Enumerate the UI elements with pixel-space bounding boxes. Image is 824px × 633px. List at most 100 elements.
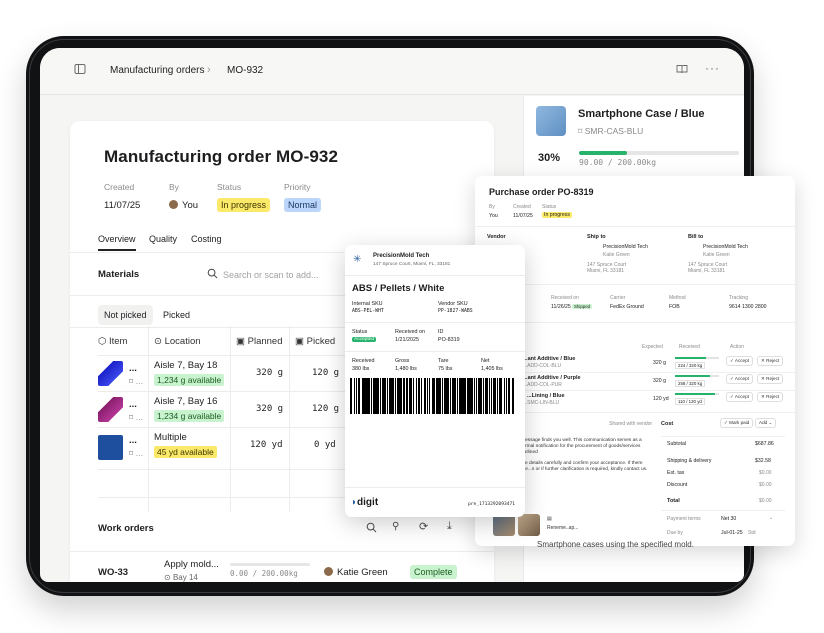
label-divider [345, 322, 525, 323]
received-weight-label: Received [352, 358, 375, 364]
reject-button[interactable]: ✕ Reject [757, 392, 784, 402]
by-label: By [169, 182, 179, 192]
breadcrumb-current: MO-932 [227, 65, 264, 76]
barcode-bar [413, 378, 415, 414]
row-location: Aisle 7, Bay 18 [154, 360, 218, 371]
work-order-id[interactable]: WO-33 [98, 567, 128, 578]
payment-terms-label: Payment terms [667, 516, 701, 522]
barcode-bar [449, 378, 452, 414]
barcode-bar [428, 378, 431, 414]
barcode-bar [439, 378, 441, 414]
accept-label: Accept [734, 358, 749, 363]
availability-text: 1,234 g available [154, 410, 225, 422]
add-button[interactable]: Add ⌄ [755, 418, 777, 428]
barcode-bar [462, 378, 464, 414]
po-line-expected: 320 g [653, 378, 666, 384]
label-id-label: ID [438, 329, 444, 335]
ship-to-label: Ship to [587, 234, 606, 240]
bookmark-icon[interactable]: ⌑ … [129, 449, 143, 458]
material-search-input[interactable]: Search or scan to add... [223, 270, 319, 280]
picked-qty[interactable]: 120 g [312, 404, 339, 414]
summary-divider [661, 436, 785, 437]
row-location: Aisle 7, Bay 16 [154, 396, 218, 407]
po-line-expected: 120 yd [653, 396, 669, 402]
attachment-thumbnail[interactable] [493, 514, 515, 536]
column-divider [230, 326, 231, 512]
sidebar-toggle-icon[interactable] [74, 63, 86, 78]
accept-button[interactable]: ✓ Accept [726, 356, 753, 366]
work-orders-divider [70, 551, 494, 552]
subtab-picked[interactable]: Picked [157, 305, 196, 325]
priority-label: Priority [284, 182, 311, 192]
priority-badge[interactable]: Normal [284, 198, 322, 212]
product-title: Smartphone Case / Blue [578, 108, 705, 120]
barcode-bar [389, 378, 391, 414]
breadcrumb-parent[interactable]: Manufacturing orders [110, 65, 205, 76]
bill-to-name: PrecisionMold Tech [703, 244, 748, 250]
reject-button[interactable]: ✕ Reject [757, 374, 784, 384]
po-line-received[interactable]: 258 / 320 kg [675, 380, 706, 387]
po-line-expected: 320 g [653, 360, 666, 366]
barcode-bar [370, 378, 373, 414]
bill-to-address-2: Miami, FL 33181 [688, 268, 726, 274]
item-name: ... [129, 435, 137, 446]
availability-badge: 1,234 g available [154, 410, 225, 422]
payment-terms-select[interactable]: Net 30 [721, 516, 736, 522]
company-logo-icon: ✳ [353, 254, 362, 265]
po-line-received[interactable]: 224 / 320 kg [675, 362, 706, 369]
label-product: ABS / Pellets / White [352, 283, 445, 294]
tab-quality[interactable]: Quality [149, 234, 177, 244]
chevron-down-icon[interactable]: ⌄ [769, 515, 773, 521]
column-item-label: Item [108, 336, 128, 347]
attachment-name[interactable]: Reneme..ap... [547, 525, 578, 531]
accept-button[interactable]: ✓ Accept [726, 392, 753, 402]
po-message-1: ...essage finds you well. This communica… [521, 438, 642, 455]
gross-weight-label: Gross [395, 358, 410, 364]
search-icon[interactable] [366, 522, 377, 536]
tracking-value[interactable]: 9614 1300 2800 [729, 304, 767, 310]
summary-value: $0.00 [759, 470, 772, 476]
pin-icon: ⊙ [164, 573, 173, 582]
po-divider [475, 226, 795, 227]
bookmark-icon[interactable]: ⌑ … [129, 413, 143, 422]
picked-qty[interactable]: 120 g [312, 368, 339, 378]
materials-title: Materials [98, 269, 140, 280]
po-status-badge[interactable]: In progress [542, 212, 572, 218]
refresh-icon[interactable]: ⟳ [419, 520, 428, 533]
barcode-bar [488, 378, 490, 414]
attachment-thumbnail[interactable] [518, 514, 540, 536]
stage: Manufacturing orders › MO-932 ··· Manufa… [0, 0, 824, 633]
received-on-value: 11/26/25 [551, 304, 571, 310]
status-pill: Complete [410, 565, 457, 579]
shared-with-vendor: Shared with vendor [609, 421, 653, 427]
status-badge[interactable]: In progress [217, 198, 271, 212]
download-icon[interactable]: ⤓ [447, 520, 452, 533]
bookmark-icon[interactable]: ⌑ … [129, 377, 143, 386]
row-location: Multiple [154, 432, 187, 443]
product-sku-text: SMR-CAS-BLU [584, 126, 644, 136]
column-divider [289, 326, 290, 512]
po-line-received[interactable]: 110 / 120 yd [675, 398, 705, 405]
more-options-icon[interactable]: ··· [705, 61, 720, 75]
breadcrumb-separator: › [207, 64, 211, 76]
due-value[interactable]: Jul-01-25 [721, 530, 743, 536]
received-on-label: Received on [551, 295, 579, 301]
received-badge: Shipped [572, 304, 593, 309]
reject-label: Reject [766, 394, 780, 399]
reject-button[interactable]: ✕ Reject [757, 356, 784, 366]
picked-qty[interactable]: 0 yd [314, 440, 336, 450]
po-line-progress-fill [675, 375, 711, 377]
filter-icon[interactable]: ⚲ [392, 521, 399, 532]
tab-overview[interactable]: Overview [98, 234, 136, 251]
po-message-2: ...e details carefully and confirm your … [521, 461, 648, 472]
po-by-value: You [489, 213, 498, 219]
work-order-location-text: Bay 14 [172, 573, 198, 582]
barcode-bar [402, 378, 406, 414]
book-icon[interactable] [676, 63, 688, 78]
column-planned: ▣ Planned [236, 336, 283, 347]
mark-paid-button[interactable]: ✓ Mark paid [720, 418, 754, 428]
column-picked-label: Picked [306, 336, 336, 347]
accept-button[interactable]: ✓ Accept [726, 374, 753, 384]
subtab-not-picked[interactable]: Not picked [98, 305, 153, 325]
tab-costing[interactable]: Costing [191, 234, 222, 244]
